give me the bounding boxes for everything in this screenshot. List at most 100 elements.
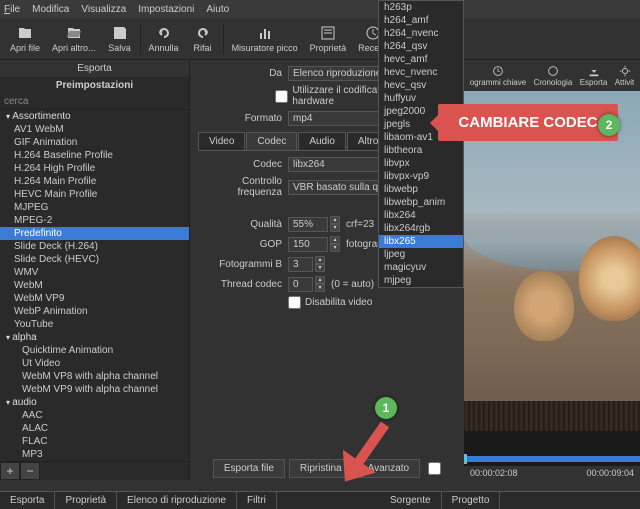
quality-label: Qualità bbox=[198, 219, 288, 230]
bframes-stepper[interactable]: ▴▾ bbox=[315, 256, 325, 272]
gop-input[interactable] bbox=[288, 237, 328, 252]
tree-item[interactable]: Quicktime Animation bbox=[0, 344, 189, 357]
tree-item-selected[interactable]: Predefinito bbox=[0, 227, 189, 240]
tree-item[interactable]: Slide Deck (H.264) bbox=[0, 240, 189, 253]
tree-item[interactable]: MPEG-2 bbox=[0, 214, 189, 227]
hw-encoder-checkbox[interactable] bbox=[275, 90, 288, 103]
menu-help[interactable]: Aiuto bbox=[206, 4, 229, 15]
bottom-tab-source[interactable]: Sorgente bbox=[380, 492, 442, 509]
right-toolbar: ogrammi chiave Cronologia Esporta Attivi… bbox=[464, 60, 640, 91]
tree-item[interactable]: GIF Animation bbox=[0, 136, 189, 149]
advanced-checkbox[interactable] bbox=[428, 459, 441, 478]
codec-option[interactable]: h264_qsv bbox=[379, 40, 463, 53]
bottom-tab-filters[interactable]: Filtri bbox=[237, 492, 277, 509]
tree-item[interactable]: MJPEG bbox=[0, 201, 189, 214]
tree-item[interactable]: WebM VP9 bbox=[0, 292, 189, 305]
tree-item[interactable]: Slide Deck (HEVC) bbox=[0, 253, 189, 266]
history-button[interactable]: Cronologia bbox=[534, 64, 573, 87]
undo-icon bbox=[156, 25, 172, 41]
tree-item[interactable]: MP3 bbox=[0, 448, 189, 461]
codec-option[interactable]: ljpeg bbox=[379, 248, 463, 261]
keyframes-button[interactable]: ogrammi chiave bbox=[470, 64, 526, 87]
tree-item[interactable]: WebM VP9 with alpha channel bbox=[0, 383, 189, 396]
codec-option[interactable]: h264_nvenc bbox=[379, 27, 463, 40]
current-time: 00:00:02:08 bbox=[470, 468, 518, 478]
tree-item[interactable]: HEVC Main Profile bbox=[0, 188, 189, 201]
tree-item[interactable]: H.264 Baseline Profile bbox=[0, 149, 189, 162]
preset-search-input[interactable]: cerca bbox=[0, 94, 189, 110]
tree-group-alpha[interactable]: alpha bbox=[0, 331, 189, 344]
codec-option[interactable]: libvpx bbox=[379, 157, 463, 170]
codec-option[interactable]: hevc_nvenc bbox=[379, 66, 463, 79]
codec-select[interactable]: libx264 bbox=[288, 157, 388, 172]
preset-tree[interactable]: Assortimento AV1 WebM GIF Animation H.26… bbox=[0, 110, 189, 461]
codec-option[interactable]: libwebp bbox=[379, 183, 463, 196]
open-file-button[interactable]: Apri file bbox=[4, 23, 46, 55]
tree-item[interactable]: YouTube bbox=[0, 318, 189, 331]
codec-label: Codec bbox=[198, 159, 288, 170]
tree-item[interactable]: WebP Animation bbox=[0, 305, 189, 318]
undo-button[interactable]: Annulla bbox=[143, 23, 185, 55]
codec-option-selected[interactable]: libx265 bbox=[379, 235, 463, 248]
tree-item[interactable]: WMV bbox=[0, 266, 189, 279]
codec-option[interactable]: mjpeg bbox=[379, 274, 463, 287]
bframes-input[interactable] bbox=[288, 257, 313, 272]
save-button[interactable]: Salva bbox=[102, 23, 138, 55]
threads-input[interactable] bbox=[288, 277, 313, 292]
gear-icon bbox=[618, 64, 632, 78]
tree-item[interactable]: FLAC bbox=[0, 435, 189, 448]
open-other-button[interactable]: Apri altro... bbox=[46, 23, 102, 55]
tab-video[interactable]: Video bbox=[198, 132, 245, 150]
tab-audio[interactable]: Audio bbox=[298, 132, 346, 150]
bottom-tab-playlist[interactable]: Elenco di riproduzione bbox=[117, 492, 237, 509]
save-icon bbox=[112, 25, 128, 41]
export-file-button[interactable]: Esporta file bbox=[213, 459, 285, 478]
peak-meter-button[interactable]: Misuratore picco bbox=[226, 23, 304, 55]
tree-group-audio[interactable]: audio bbox=[0, 396, 189, 409]
tree-group-stock[interactable]: Assortimento bbox=[0, 110, 189, 123]
preview-balloon bbox=[514, 271, 574, 341]
codec-option[interactable]: libx264 bbox=[379, 209, 463, 222]
video-preview[interactable] bbox=[464, 91, 640, 431]
codec-option[interactable]: h264_amf bbox=[379, 14, 463, 27]
codec-option[interactable]: libtheora bbox=[379, 144, 463, 157]
menu-edit[interactable]: Modifica bbox=[32, 4, 69, 15]
codec-option[interactable]: libwebp_anim bbox=[379, 196, 463, 209]
quality-input[interactable] bbox=[288, 217, 328, 232]
codec-option[interactable]: libvpx-vp9 bbox=[379, 170, 463, 183]
codec-option[interactable]: h263p bbox=[379, 1, 463, 14]
disable-video-checkbox[interactable] bbox=[288, 296, 301, 309]
codec-option[interactable]: magicyuv bbox=[379, 261, 463, 274]
codec-option[interactable]: hevc_amf bbox=[379, 53, 463, 66]
bottom-tab-project[interactable]: Progetto bbox=[442, 492, 501, 509]
properties-button[interactable]: Proprietà bbox=[304, 23, 353, 55]
add-preset-button[interactable]: + bbox=[0, 462, 20, 480]
annotation-callout: CAMBIARE CODEC bbox=[438, 104, 618, 141]
tree-item[interactable]: WebM bbox=[0, 279, 189, 292]
quality-stepper[interactable]: ▴▾ bbox=[330, 216, 340, 232]
remove-preset-button[interactable]: − bbox=[20, 462, 40, 480]
tree-item[interactable]: AV1 WebM bbox=[0, 123, 189, 136]
menu-file[interactable]: File bbox=[4, 4, 20, 15]
redo-button[interactable]: Rifai bbox=[185, 23, 221, 55]
tree-item[interactable]: H.264 High Profile bbox=[0, 162, 189, 175]
menu-settings[interactable]: Impostazioni bbox=[138, 4, 194, 15]
jobs-button[interactable]: Attivit bbox=[615, 64, 635, 87]
bottom-tab-props[interactable]: Proprietà bbox=[55, 492, 117, 509]
threads-stepper[interactable]: ▴▾ bbox=[315, 276, 325, 292]
menubar: File Modifica Visualizza Impostazioni Ai… bbox=[0, 0, 640, 18]
tab-codec[interactable]: Codec bbox=[246, 132, 297, 150]
tree-item[interactable]: Ut Video bbox=[0, 357, 189, 370]
codec-dropdown-list[interactable]: h263p h264_amf h264_nvenc h264_qsv hevc_… bbox=[378, 0, 464, 288]
codec-option[interactable]: libx264rgb bbox=[379, 222, 463, 235]
codec-option[interactable]: hevc_qsv bbox=[379, 79, 463, 92]
gop-stepper[interactable]: ▴▾ bbox=[330, 236, 340, 252]
tree-item[interactable]: ALAC bbox=[0, 422, 189, 435]
tree-item[interactable]: H.264 Main Profile bbox=[0, 175, 189, 188]
tree-item[interactable]: AAC bbox=[0, 409, 189, 422]
tree-item[interactable]: WebM VP8 with alpha channel bbox=[0, 370, 189, 383]
bottom-tab-export[interactable]: Esporta bbox=[0, 492, 55, 509]
timeline-scrubber[interactable] bbox=[464, 456, 640, 462]
menu-view[interactable]: Visualizza bbox=[81, 4, 126, 15]
export-button[interactable]: Esporta bbox=[580, 64, 608, 87]
